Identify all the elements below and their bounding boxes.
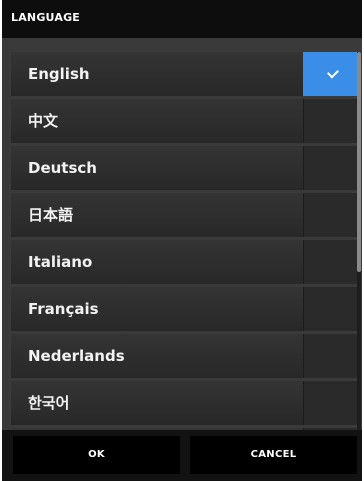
language-option-chinese[interactable]: 中文 bbox=[11, 99, 359, 143]
language-checkbox[interactable] bbox=[303, 287, 359, 331]
language-option-french[interactable]: Français bbox=[11, 287, 359, 331]
language-list-area: English 中文 Deutsch 日本語 Italiano Français… bbox=[2, 38, 362, 430]
cancel-button[interactable]: CANCEL bbox=[190, 436, 357, 474]
language-label: Français bbox=[28, 300, 99, 318]
language-checkbox[interactable] bbox=[303, 146, 359, 190]
language-option-dutch[interactable]: Nederlands bbox=[11, 334, 359, 378]
language-option-english[interactable]: English bbox=[11, 52, 359, 96]
button-bar: OK CANCEL bbox=[2, 430, 362, 481]
language-label: Nederlands bbox=[28, 347, 125, 365]
language-checkbox[interactable] bbox=[303, 334, 359, 378]
language-label: Deutsch bbox=[28, 159, 97, 177]
language-list[interactable]: English 中文 Deutsch 日本語 Italiano Français… bbox=[11, 52, 359, 430]
language-label: English bbox=[28, 65, 90, 83]
scrollbar-thumb[interactable] bbox=[357, 52, 361, 272]
language-dialog: LANGUAGE English 中文 Deutsch 日本語 Italiano… bbox=[2, 0, 362, 481]
title-bar: LANGUAGE bbox=[2, 0, 362, 38]
language-checkbox[interactable] bbox=[303, 52, 359, 96]
language-checkbox[interactable] bbox=[303, 193, 359, 237]
language-option-korean[interactable]: 한국어 bbox=[11, 381, 359, 425]
list-scrollbar[interactable] bbox=[357, 52, 361, 430]
language-option-japanese[interactable]: 日本語 bbox=[11, 193, 359, 237]
language-option-italian[interactable]: Italiano bbox=[11, 240, 359, 284]
language-label: 日本語 bbox=[28, 206, 74, 224]
check-icon bbox=[326, 66, 340, 79]
language-checkbox[interactable] bbox=[303, 381, 359, 425]
language-label: Italiano bbox=[28, 253, 93, 271]
dialog-title: LANGUAGE bbox=[11, 11, 81, 24]
language-option-german[interactable]: Deutsch bbox=[11, 146, 359, 190]
language-label: 한국어 bbox=[28, 394, 70, 412]
language-checkbox[interactable] bbox=[303, 240, 359, 284]
language-checkbox[interactable] bbox=[303, 99, 359, 143]
ok-button[interactable]: OK bbox=[13, 436, 180, 474]
language-label: 中文 bbox=[28, 112, 59, 130]
